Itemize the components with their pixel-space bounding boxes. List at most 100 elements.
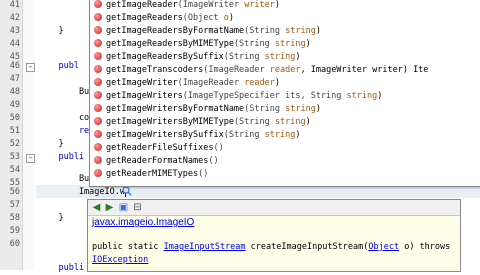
line-number-gutter: 41 42 43 44 45 46 47 48 49 50 51 52 53 5… [0,0,23,270]
method-name: getImageReadersByMIMEType [106,39,234,49]
completion-item[interactable]: getImageReadersByMIMEType(String string) [94,38,311,51]
fold-icon[interactable]: − [26,154,35,163]
line-number: 56 [9,187,20,197]
open-browser-icon[interactable]: ▣ [118,202,129,213]
completion-item[interactable]: getImageWritersByFormatName(String strin… [94,103,321,116]
forward-arrow-icon[interactable]: ▶ [104,202,115,213]
method-params: (String [223,130,265,140]
line-number: 54 [9,165,20,175]
param-name: string [285,26,316,36]
completion-item[interactable]: getReaderFormatNames() [94,155,219,168]
param-name: string [274,39,306,49]
method-tail: ) [315,104,321,114]
param-type-link[interactable]: Object [368,242,399,252]
completion-item[interactable]: getImageReaders(Object o) [94,12,234,25]
param-name: reader [269,65,301,75]
code-completion-popup[interactable]: getImageReader(ImageWriter writer) getIm… [89,0,480,187]
method-name: getImageWriter [106,78,178,88]
method-name: getReaderFileSuffixes [106,143,214,153]
method-params: () [208,156,219,166]
sig-method: createImageInputStream( [245,242,369,252]
return-type-link[interactable]: ImageInputStream [164,242,246,252]
method-dot-icon [94,0,102,8]
method-tail: ) [274,78,281,88]
javadoc-popup[interactable]: ◀ ▶ ▣ ⊟ javax.imageio.ImageIO public sta… [87,199,461,272]
method-name: getImageWritersByFormatName [106,104,245,114]
javadoc-toolbar: ◀ ▶ ▣ ⊟ [88,200,460,216]
line-number: 50 [9,113,20,123]
completion-item[interactable]: getImageWriter(ImageReader reader) [94,77,280,90]
param-name: reader [244,78,275,88]
method-params: (String [244,26,286,36]
method-tail: ) [228,13,234,23]
param-name: string [274,117,306,127]
line-number: 53 [9,152,20,162]
completion-item[interactable]: getImageWritersByMIMEType(String string) [94,116,311,129]
param-name: string [346,91,378,101]
method-params: (ImageReader [203,65,270,75]
method-dot-icon [94,90,102,99]
completion-item[interactable]: getImageReader(ImageWriter writer) [94,0,280,12]
javadoc-signature: public static ImageInputStream createIma… [92,241,452,267]
completion-item[interactable]: getImageWriters(ImageTypeSpecifier its, … [94,90,382,103]
search-icon [122,186,132,196]
line-number: 51 [9,126,20,136]
method-params: (ImageTypeSpecifier its, String [182,91,347,101]
line-number: 42 [9,13,20,23]
fold-icon[interactable]: − [26,63,35,72]
line-number: 59 [9,226,20,236]
param-name: string [285,104,316,114]
line-number: 58 [9,213,20,223]
completion-item[interactable]: getReaderFileSuffixes() [94,142,224,155]
exception-link[interactable]: IOException [92,255,148,265]
method-dot-icon [94,64,102,73]
method-name: getImageReadersBySuffix [106,52,224,62]
method-dot-icon [94,129,102,138]
method-tail: ) [305,39,311,49]
method-name: getReaderMIMETypes [106,169,199,179]
line-number: 49 [9,100,20,110]
sig-prefix: public static [92,242,164,252]
back-arrow-icon[interactable]: ◀ [91,202,102,213]
method-name: getImageWritersBySuffix [106,130,224,140]
line-number: 57 [9,200,20,210]
code-line-current[interactable]: ImageIO.w [38,186,478,199]
completion-item[interactable]: getImageReadersByFormatName(String strin… [94,25,321,38]
method-tail: ) [274,0,281,10]
method-name: getImageReadersByFormatName [106,26,245,36]
method-params: (String [223,52,265,62]
method-dot-icon [94,12,102,21]
completion-item[interactable]: getImageReadersBySuffix(String string) [94,51,301,64]
completion-item[interactable]: getImageTranscoders(ImageReader reader, … [94,64,428,77]
method-tail: ) [315,26,321,36]
line-number: 46 [9,61,20,71]
line-number: 43 [9,26,20,36]
method-params: () [198,169,209,179]
close-doc-icon[interactable]: ⊟ [132,202,143,213]
completion-item[interactable]: getReaderMIMETypes() [94,168,208,181]
current-line-text: ImageIO.w [38,187,125,197]
line-number: 60 [9,239,20,249]
method-params: (ImageReader [177,78,245,88]
method-name: getImageReader [106,0,178,10]
method-tail: , ImageWriter writer) Ite [300,65,429,75]
line-number: 48 [9,87,20,97]
method-name: getImageReaders [106,13,183,23]
method-name: getReaderFormatNames [106,156,209,166]
method-dot-icon [94,51,102,60]
javadoc-class-link[interactable]: javax.imageio.ImageIO [92,217,194,228]
completion-item[interactable]: getImageWritersBySuffix(String string) [94,129,301,142]
method-dot-icon [94,116,102,125]
method-params: (ImageWriter [177,0,245,10]
method-tail: ) [295,130,301,140]
line-number: 52 [9,139,20,149]
param-name: string [264,130,296,140]
method-dot-icon [94,103,102,112]
method-dot-icon [94,38,102,47]
method-tail: ) [295,52,301,62]
method-dot-icon [94,25,102,34]
method-name: getImageWriters [106,91,183,101]
method-dot-icon [94,77,102,86]
fold-column [23,0,35,270]
line-number: 47 [9,74,20,84]
